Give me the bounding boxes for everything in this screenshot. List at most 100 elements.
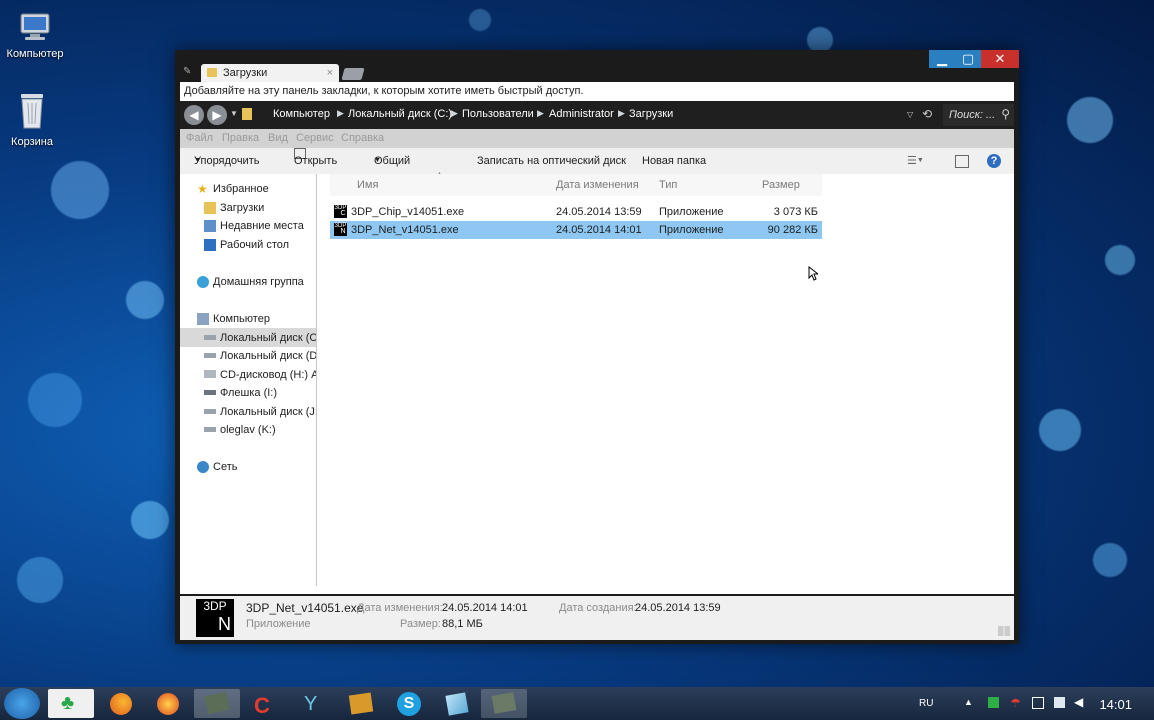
breadcrumb-users[interactable]: Пользователи xyxy=(462,108,534,120)
tray-expand-icon[interactable]: ▲ xyxy=(964,697,973,707)
nav-recent-places[interactable]: Недавние места xyxy=(204,217,304,235)
nav-label: Локальный диск (D:) xyxy=(220,350,317,362)
nav-label: Локальный диск (C:) xyxy=(220,332,317,344)
details-type: Приложение xyxy=(246,618,311,630)
file-type: Приложение xyxy=(659,206,724,218)
column-header-name[interactable]: Имя xyxy=(330,174,552,196)
breadcrumb-downloads[interactable]: Загрузки xyxy=(629,108,673,120)
taskbar-explorer[interactable] xyxy=(194,689,240,718)
burn-button[interactable]: Записать на оптический диск xyxy=(477,148,626,174)
folder-icon xyxy=(204,202,216,214)
menu-view[interactable]: Вид xyxy=(268,129,288,148)
view-options-icon[interactable]: ☰ ▼ xyxy=(907,148,924,174)
menu-tools[interactable]: Сервис xyxy=(296,129,334,148)
bookmarks-bar: Добавляйте на эту панель закладки, к кот… xyxy=(180,82,1014,101)
file-list: ▲ Имя Дата изменения Тип Размер 3DPC 3DP… xyxy=(330,171,1024,586)
file-type: Приложение xyxy=(659,224,724,236)
taskbar-solitaire[interactable]: ♣ xyxy=(48,689,94,718)
computer-icon xyxy=(197,313,209,325)
column-header-date[interactable]: Дата изменения xyxy=(552,174,655,196)
forward-button[interactable]: ▶ xyxy=(207,105,227,125)
nav-drive-j[interactable]: Локальный диск (J:) xyxy=(204,403,317,421)
tray-ccleaner-icon[interactable]: ☂ xyxy=(1010,696,1021,710)
address-dropdown-icon[interactable]: ▽ xyxy=(907,110,913,119)
nav-label: Избранное xyxy=(213,183,269,195)
search-icon: ⚲ xyxy=(1001,107,1010,121)
clock[interactable]: 14:01 xyxy=(1099,697,1132,712)
start-button[interactable] xyxy=(4,688,40,719)
tab-close-icon[interactable]: × xyxy=(327,64,333,82)
desktop-icon-label: Компьютер xyxy=(6,48,64,60)
file-size: 90 282 КБ xyxy=(767,224,818,236)
search-placeholder: Поиск: ... xyxy=(949,109,996,121)
new-folder-button[interactable]: Новая папка xyxy=(642,148,706,174)
back-button[interactable]: ◀ xyxy=(184,105,204,125)
desktop-icon-computer[interactable]: Компьютер xyxy=(0,12,70,60)
taskbar-ccleaner[interactable]: C xyxy=(242,689,288,718)
nav-favorites[interactable]: ★ Избранное xyxy=(197,180,269,198)
nav-drive-d[interactable]: Локальный диск (D:) xyxy=(204,347,317,365)
new-tab-button[interactable] xyxy=(341,68,365,80)
taskbar-archiver[interactable] xyxy=(338,689,384,718)
details-created-value: 24.05.2014 13:59 xyxy=(635,602,721,614)
help-icon[interactable]: ? xyxy=(987,154,1001,168)
breadcrumb-administrator[interactable]: Administrator xyxy=(549,108,614,120)
taskbar-browser[interactable] xyxy=(145,689,191,718)
file-icon-letter: C xyxy=(340,210,346,217)
menu-help[interactable]: Справка xyxy=(341,129,384,148)
refresh-icon[interactable]: ⟲ xyxy=(922,107,932,121)
menu-bar: Файл Правка Вид Сервис Справка xyxy=(180,129,1014,148)
breadcrumb-computer[interactable]: Компьютер xyxy=(273,108,330,120)
details-icon-letter: N xyxy=(218,614,231,634)
drive-icon xyxy=(204,353,216,358)
nav-homegroup[interactable]: Домашняя группа xyxy=(197,273,304,291)
nav-drive-h[interactable]: CD-дисковод (H:) Ac xyxy=(204,366,316,384)
taskbar-recorder[interactable] xyxy=(481,689,527,718)
tray-calendar-icon[interactable] xyxy=(1032,697,1044,709)
nav-drive-c[interactable]: Локальный диск (C:) xyxy=(204,329,317,347)
menu-edit[interactable]: Правка xyxy=(222,129,259,148)
menu-file[interactable]: Файл xyxy=(186,129,213,148)
archive-icon xyxy=(348,692,374,715)
history-dropdown-icon[interactable]: ▼ xyxy=(230,109,238,118)
preview-pane-icon[interactable] xyxy=(955,155,969,168)
recent-places-icon xyxy=(204,220,216,232)
command-bar: Упорядочить ▼ Открыть Общий доступ ▼ Зап… xyxy=(180,148,1014,193)
nav-network[interactable]: Сеть xyxy=(197,458,237,476)
desktop-icon-recycle-bin[interactable]: Корзина xyxy=(0,90,67,148)
volume-icon[interactable]: ◀ xyxy=(1074,695,1083,709)
taskbar-firefox[interactable] xyxy=(98,689,144,718)
breadcrumb-drive-c[interactable]: Локальный диск (C:) xyxy=(348,108,452,120)
chevron-down-icon: ▼ xyxy=(374,157,381,164)
nav-label: Сеть xyxy=(213,461,238,473)
nav-drive-i[interactable]: Флешка (I:) xyxy=(204,384,277,402)
search-input[interactable]: Поиск: ... ⚲ xyxy=(943,104,1014,126)
nav-label: Локальный диск (J:) xyxy=(220,406,317,418)
windows-logo-icon xyxy=(998,626,1010,636)
network-icon[interactable] xyxy=(1054,697,1065,708)
drive-icon xyxy=(204,427,216,432)
tab-bar: ✎ Загрузки × xyxy=(181,62,1011,82)
mouse-cursor-icon xyxy=(808,265,820,284)
table-row[interactable]: 3DP N 3DP_Net_v14051.exe 24.05.2014 14:01… xyxy=(330,221,822,239)
taskbar-skype[interactable]: S xyxy=(386,689,432,718)
firefox-icon xyxy=(110,693,132,715)
language-indicator[interactable]: RU xyxy=(919,698,933,709)
nav-computer[interactable]: Компьютер xyxy=(197,310,270,328)
nav-desktop[interactable]: Рабочий стол xyxy=(204,236,289,254)
file-date: 24.05.2014 14:01 xyxy=(556,224,642,236)
nav-label: Загрузки xyxy=(220,202,265,214)
breadcrumb-separator: ▶ xyxy=(337,108,344,118)
details-modified-value: 24.05.2014 14:01 xyxy=(442,602,528,614)
nav-label: oleglav (K:) xyxy=(220,424,276,436)
wrench-icon[interactable]: ✎ xyxy=(183,66,191,77)
tab-downloads[interactable]: Загрузки × xyxy=(201,64,339,82)
taskbar-bird-app[interactable]: Y xyxy=(290,689,336,718)
nav-downloads[interactable]: Загрузки xyxy=(204,199,264,217)
taskbar-notes[interactable] xyxy=(434,689,480,718)
column-header-size[interactable]: Размер xyxy=(758,174,822,196)
nav-drive-k[interactable]: oleglav (K:) xyxy=(204,421,276,439)
column-header-type[interactable]: Тип xyxy=(655,174,758,196)
table-row[interactable]: 3DP C 3DP_Chip_v14051.exe 24.05.2014 13:5… xyxy=(330,203,822,221)
tray-app-icon[interactable] xyxy=(988,697,999,708)
